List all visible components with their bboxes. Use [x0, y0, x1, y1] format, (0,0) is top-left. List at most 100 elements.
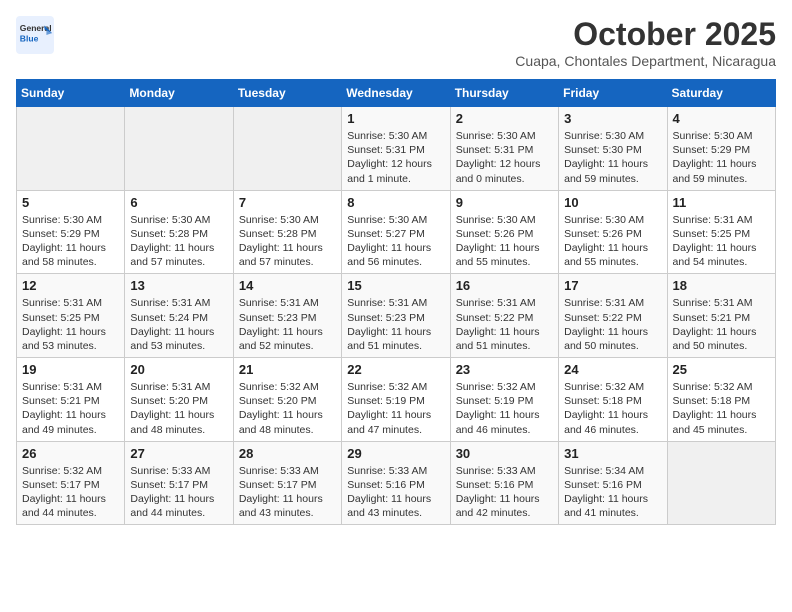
day-info: Sunrise: 5:32 AM Sunset: 5:20 PM Dayligh…: [239, 380, 336, 437]
day-info: Sunrise: 5:31 AM Sunset: 5:25 PM Dayligh…: [673, 213, 770, 270]
calendar-cell: 16Sunrise: 5:31 AM Sunset: 5:22 PM Dayli…: [450, 274, 558, 358]
day-header-tuesday: Tuesday: [233, 80, 341, 107]
day-info: Sunrise: 5:31 AM Sunset: 5:21 PM Dayligh…: [22, 380, 119, 437]
month-title: October 2025: [515, 16, 776, 53]
day-info: Sunrise: 5:32 AM Sunset: 5:18 PM Dayligh…: [673, 380, 770, 437]
calendar-cell: 22 Sunrise: 5:32 AM Sunset: 5:19 PM Dayli…: [342, 358, 450, 442]
svg-text:Blue: Blue: [20, 34, 39, 44]
calendar-cell: 1 Sunrise: 5:30 AM Sunset: 5:31 PM Daylig…: [342, 107, 450, 191]
day-number: 8: [347, 195, 444, 210]
calendar-cell: 25 Sunrise: 5:32 AM Sunset: 5:18 PM Dayli…: [667, 358, 775, 442]
day-number: 18: [673, 278, 770, 293]
calendar-cell: 3Sunrise: 5:30 AM Sunset: 5:30 PM Daylig…: [559, 107, 667, 191]
day-number: 15: [347, 278, 444, 293]
day-number: 22: [347, 362, 444, 377]
calendar-cell: 28 Sunrise: 5:33 AM Sunset: 5:17 PM Dayli…: [233, 441, 341, 525]
day-info: Sunrise: 5:30 AM Sunset: 5:31 PM Dayligh…: [347, 129, 444, 186]
calendar-cell: 10Sunrise: 5:30 AM Sunset: 5:26 PM Dayli…: [559, 190, 667, 274]
logo-icon: General Blue: [16, 16, 54, 54]
day-info: Sunrise: 5:33 AM Sunset: 5:16 PM Dayligh…: [347, 464, 444, 521]
day-info: Sunrise: 5:30 AM Sunset: 5:26 PM Dayligh…: [456, 213, 553, 270]
calendar-cell: 13 Sunrise: 5:31 AM Sunset: 5:24 PM Dayli…: [125, 274, 233, 358]
day-number: 25: [673, 362, 770, 377]
day-info: Sunrise: 5:34 AM Sunset: 5:16 PM Dayligh…: [564, 464, 661, 521]
day-number: 14: [239, 278, 336, 293]
day-info: Sunrise: 5:30 AM Sunset: 5:29 PM Dayligh…: [673, 129, 770, 186]
location: Cuapa, Chontales Department, Nicaragua: [515, 53, 776, 69]
day-number: 1: [347, 111, 444, 126]
day-info: Sunrise: 5:31 AM Sunset: 5:21 PM Dayligh…: [673, 296, 770, 353]
day-info: Sunrise: 5:30 AM Sunset: 5:29 PM Dayligh…: [22, 213, 119, 270]
day-number: 31: [564, 446, 661, 461]
day-info: Sunrise: 5:30 AM Sunset: 5:27 PM Dayligh…: [347, 213, 444, 270]
calendar-cell: 17 Sunrise: 5:31 AM Sunset: 5:22 PM Dayli…: [559, 274, 667, 358]
day-number: 27: [130, 446, 227, 461]
day-info: Sunrise: 5:33 AM Sunset: 5:17 PM Dayligh…: [239, 464, 336, 521]
calendar-cell: 11Sunrise: 5:31 AM Sunset: 5:25 PM Dayli…: [667, 190, 775, 274]
calendar-cell: 14 Sunrise: 5:31 AM Sunset: 5:23 PM Dayli…: [233, 274, 341, 358]
header: General Blue October 2025 Cuapa, Chontal…: [16, 16, 776, 69]
calendar-cell: [125, 107, 233, 191]
day-info: Sunrise: 5:30 AM Sunset: 5:31 PM Dayligh…: [456, 129, 553, 186]
day-info: Sunrise: 5:32 AM Sunset: 5:17 PM Dayligh…: [22, 464, 119, 521]
day-number: 2: [456, 111, 553, 126]
calendar-cell: 27 Sunrise: 5:33 AM Sunset: 5:17 PM Dayli…: [125, 441, 233, 525]
day-number: 7: [239, 195, 336, 210]
day-info: Sunrise: 5:33 AM Sunset: 5:17 PM Dayligh…: [130, 464, 227, 521]
title-area: October 2025 Cuapa, Chontales Department…: [515, 16, 776, 69]
calendar-week-3: 12Sunrise: 5:31 AM Sunset: 5:25 PM Dayli…: [17, 274, 776, 358]
day-info: Sunrise: 5:31 AM Sunset: 5:22 PM Dayligh…: [564, 296, 661, 353]
day-header-sunday: Sunday: [17, 80, 125, 107]
day-number: 29: [347, 446, 444, 461]
logo: General Blue: [16, 16, 54, 54]
day-number: 13: [130, 278, 227, 293]
calendar-cell: 15Sunrise: 5:31 AM Sunset: 5:23 PM Dayli…: [342, 274, 450, 358]
calendar-cell: 8 Sunrise: 5:30 AM Sunset: 5:27 PM Daylig…: [342, 190, 450, 274]
calendar-cell: 19 Sunrise: 5:31 AM Sunset: 5:21 PM Dayli…: [17, 358, 125, 442]
day-info: Sunrise: 5:31 AM Sunset: 5:20 PM Dayligh…: [130, 380, 227, 437]
calendar-cell: 18 Sunrise: 5:31 AM Sunset: 5:21 PM Dayli…: [667, 274, 775, 358]
calendar-cell: 29 Sunrise: 5:33 AM Sunset: 5:16 PM Dayli…: [342, 441, 450, 525]
day-info: Sunrise: 5:31 AM Sunset: 5:25 PM Dayligh…: [22, 296, 119, 353]
day-info: Sunrise: 5:32 AM Sunset: 5:19 PM Dayligh…: [347, 380, 444, 437]
calendar-cell: 23 Sunrise: 5:32 AM Sunset: 5:19 PM Dayli…: [450, 358, 558, 442]
day-number: 20: [130, 362, 227, 377]
calendar-cell: [233, 107, 341, 191]
day-number: 21: [239, 362, 336, 377]
day-number: 10: [564, 195, 661, 210]
calendar-cell: 12Sunrise: 5:31 AM Sunset: 5:25 PM Dayli…: [17, 274, 125, 358]
calendar-cell: 30Sunrise: 5:33 AM Sunset: 5:16 PM Dayli…: [450, 441, 558, 525]
day-number: 5: [22, 195, 119, 210]
day-info: Sunrise: 5:32 AM Sunset: 5:18 PM Dayligh…: [564, 380, 661, 437]
day-info: Sunrise: 5:30 AM Sunset: 5:30 PM Dayligh…: [564, 129, 661, 186]
day-header-wednesday: Wednesday: [342, 80, 450, 107]
calendar-cell: 31 Sunrise: 5:34 AM Sunset: 5:16 PM Dayli…: [559, 441, 667, 525]
calendar-cell: 2 Sunrise: 5:30 AM Sunset: 5:31 PM Daylig…: [450, 107, 558, 191]
calendar: SundayMondayTuesdayWednesdayThursdayFrid…: [16, 79, 776, 525]
calendar-cell: 5 Sunrise: 5:30 AM Sunset: 5:29 PM Daylig…: [17, 190, 125, 274]
day-info: Sunrise: 5:31 AM Sunset: 5:24 PM Dayligh…: [130, 296, 227, 353]
day-info: Sunrise: 5:32 AM Sunset: 5:19 PM Dayligh…: [456, 380, 553, 437]
calendar-week-4: 19 Sunrise: 5:31 AM Sunset: 5:21 PM Dayli…: [17, 358, 776, 442]
day-header-thursday: Thursday: [450, 80, 558, 107]
calendar-cell: 7Sunrise: 5:30 AM Sunset: 5:28 PM Daylig…: [233, 190, 341, 274]
day-number: 16: [456, 278, 553, 293]
day-number: 9: [456, 195, 553, 210]
calendar-cell: [17, 107, 125, 191]
day-number: 6: [130, 195, 227, 210]
calendar-week-5: 26Sunrise: 5:32 AM Sunset: 5:17 PM Dayli…: [17, 441, 776, 525]
day-number: 17: [564, 278, 661, 293]
day-header-monday: Monday: [125, 80, 233, 107]
calendar-cell: [667, 441, 775, 525]
day-number: 24: [564, 362, 661, 377]
calendar-cell: 4 Sunrise: 5:30 AM Sunset: 5:29 PM Daylig…: [667, 107, 775, 191]
day-info: Sunrise: 5:31 AM Sunset: 5:23 PM Dayligh…: [239, 296, 336, 353]
day-number: 4: [673, 111, 770, 126]
calendar-week-1: 1 Sunrise: 5:30 AM Sunset: 5:31 PM Daylig…: [17, 107, 776, 191]
day-number: 23: [456, 362, 553, 377]
day-number: 19: [22, 362, 119, 377]
calendar-week-2: 5 Sunrise: 5:30 AM Sunset: 5:29 PM Daylig…: [17, 190, 776, 274]
day-number: 28: [239, 446, 336, 461]
calendar-cell: 24 Sunrise: 5:32 AM Sunset: 5:18 PM Dayli…: [559, 358, 667, 442]
calendar-header-row: SundayMondayTuesdayWednesdayThursdayFrid…: [17, 80, 776, 107]
